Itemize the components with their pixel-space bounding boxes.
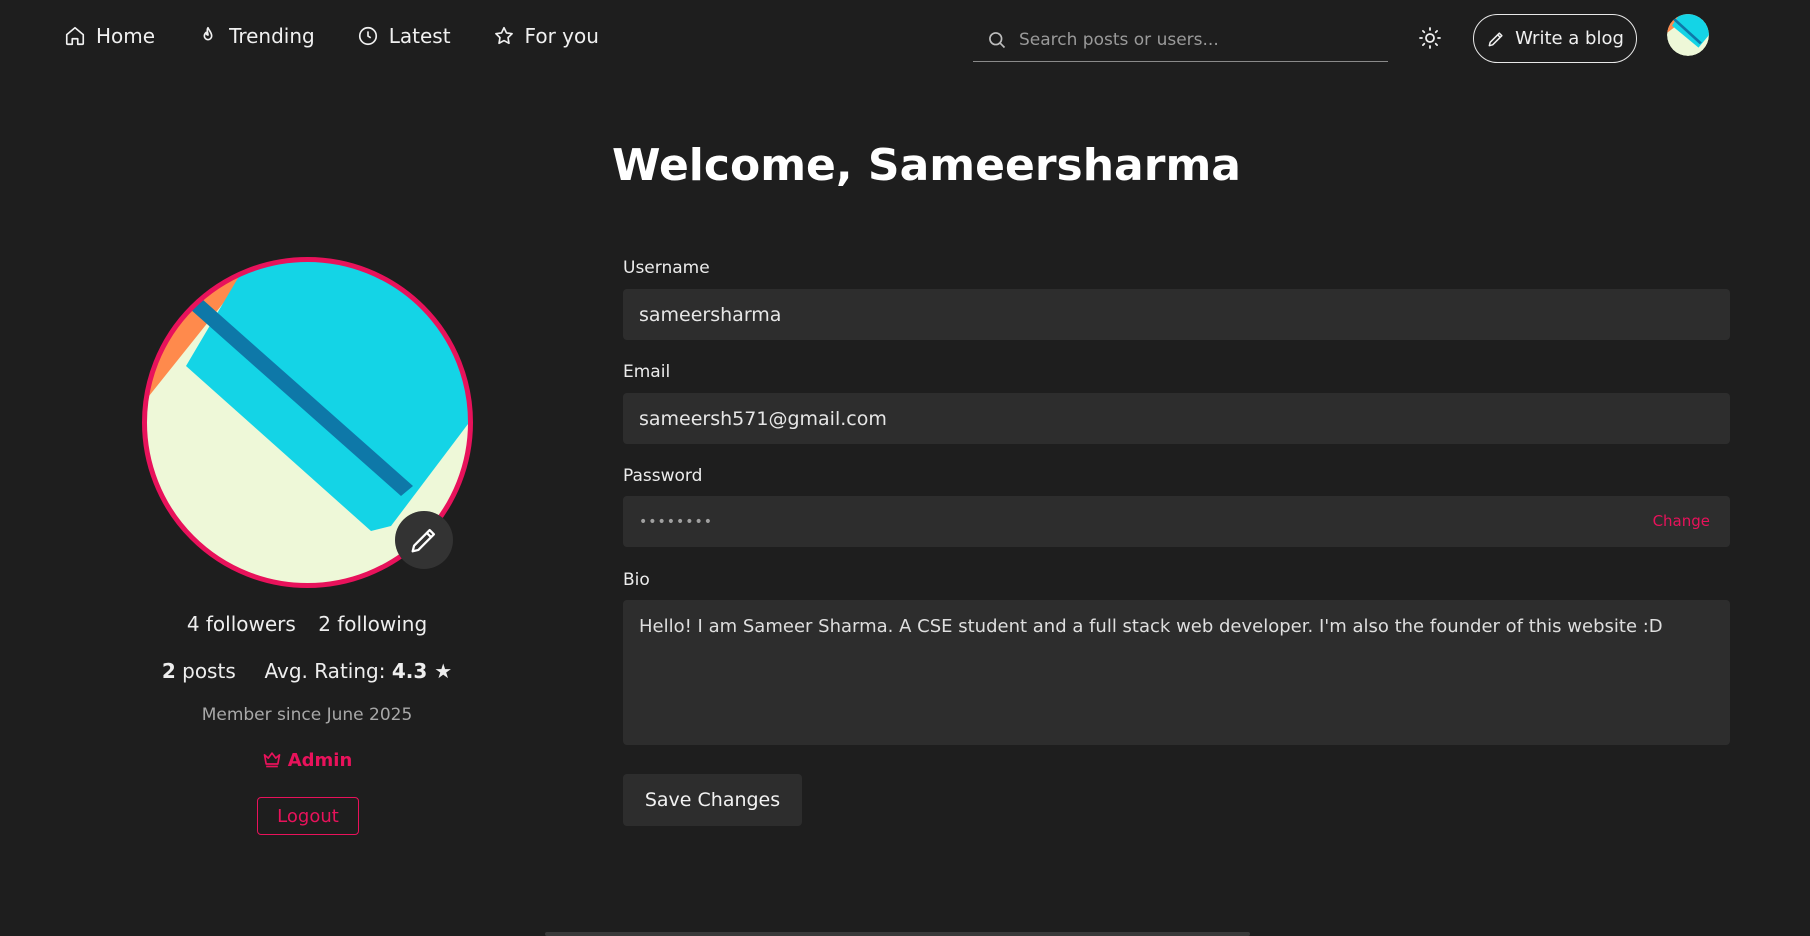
username-label: Username xyxy=(623,258,710,278)
clock-icon xyxy=(358,26,377,46)
role-label: Admin xyxy=(287,750,353,771)
crown-icon xyxy=(263,752,281,768)
post-stats: 2 posts Avg. Rating: 4.3 ★ xyxy=(0,659,614,683)
horizontal-scrollbar[interactable] xyxy=(545,932,1250,936)
save-changes-button[interactable]: Save Changes xyxy=(623,774,802,826)
password-field[interactable]: •••••••• Change xyxy=(623,496,1730,547)
search-icon xyxy=(989,31,1006,48)
pencil-icon xyxy=(411,528,436,553)
bio-label: Bio xyxy=(623,570,650,590)
top-nav: Home Trending Latest For you Write a blo… xyxy=(0,0,1810,78)
rating-value: 4.3 ★ xyxy=(391,659,453,683)
password-label: Password xyxy=(623,466,703,486)
change-password-link[interactable]: Change xyxy=(1653,512,1710,530)
edit-avatar-button[interactable] xyxy=(395,511,453,569)
nav-for-you-label: For you xyxy=(524,24,599,48)
followers-count[interactable]: 4 followers xyxy=(187,612,296,636)
sun-icon[interactable] xyxy=(1418,26,1442,50)
bio-textarea[interactable]: Hello! I am Sameer Sharma. A CSE student… xyxy=(623,600,1730,745)
posts-label: posts xyxy=(182,659,236,683)
nav-trending-label: Trending xyxy=(229,24,315,48)
role-badge: Admin xyxy=(0,749,614,771)
email-field[interactable] xyxy=(639,407,1639,430)
member-since: Member since June 2025 xyxy=(201,705,413,725)
nav-links: Home Trending Latest For you xyxy=(64,24,641,48)
password-mask: •••••••• xyxy=(639,513,714,530)
star-icon xyxy=(494,26,513,45)
page-title: Welcome, Sameersharma xyxy=(612,140,1241,191)
flame-icon xyxy=(203,26,213,41)
following-count[interactable]: 2 following xyxy=(318,612,427,636)
nav-latest[interactable]: Latest xyxy=(357,24,451,48)
home-icon xyxy=(65,26,85,46)
nav-for-you[interactable]: For you xyxy=(493,24,599,48)
search-bar xyxy=(973,18,1388,62)
email-field-wrap xyxy=(623,393,1730,444)
nav-home[interactable]: Home xyxy=(64,24,155,48)
posts-count: 2 xyxy=(161,659,176,683)
email-label: Email xyxy=(623,362,671,382)
nav-latest-label: Latest xyxy=(388,24,451,48)
search-input[interactable] xyxy=(1019,29,1379,50)
username-field[interactable] xyxy=(639,303,1639,326)
follow-stats: 4 followers 2 following xyxy=(0,612,614,636)
pencil-icon xyxy=(1488,31,1503,46)
username-field-wrap xyxy=(623,289,1730,340)
write-blog-button[interactable]: Write a blog xyxy=(1473,14,1637,63)
nav-avatar[interactable] xyxy=(1667,14,1709,56)
rating-label: Avg. Rating: xyxy=(264,659,386,683)
write-blog-label: Write a blog xyxy=(1515,28,1624,49)
logout-button[interactable]: Logout xyxy=(257,797,359,835)
nav-home-label: Home xyxy=(96,24,156,48)
avatar-image xyxy=(1667,14,1709,56)
nav-trending[interactable]: Trending xyxy=(197,24,315,48)
